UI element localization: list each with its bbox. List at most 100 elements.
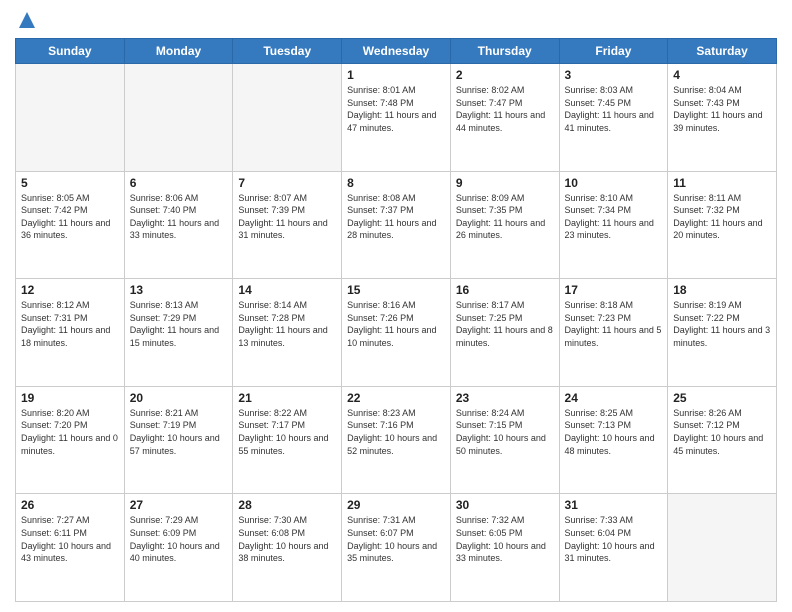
day-info: Sunrise: 8:25 AMSunset: 7:13 PMDaylight:… — [565, 407, 663, 457]
day-info: Sunrise: 8:10 AMSunset: 7:34 PMDaylight:… — [565, 192, 663, 242]
calendar-cell: 4 Sunrise: 8:04 AMSunset: 7:43 PMDaylight… — [668, 64, 777, 172]
day-number: 25 — [673, 391, 771, 405]
day-number: 16 — [456, 283, 554, 297]
day-number: 4 — [673, 68, 771, 82]
calendar-cell: 5Sunrise: 8:05 AMSunset: 7:42 PMDaylight… — [16, 171, 125, 279]
calendar-cell: 29 Sunrise: 7:31 AMSunset: 6:07 PMDayligh… — [342, 494, 451, 602]
day-info: Sunrise: 8:09 AMSunset: 7:35 PMDaylight:… — [456, 192, 554, 242]
calendar-cell: 10 Sunrise: 8:10 AMSunset: 7:34 PMDayligh… — [559, 171, 668, 279]
day-number: 31 — [565, 498, 663, 512]
calendar-cell: 28 Sunrise: 7:30 AMSunset: 6:08 PMDayligh… — [233, 494, 342, 602]
day-number: 30 — [456, 498, 554, 512]
calendar-cell — [16, 64, 125, 172]
day-number: 10 — [565, 176, 663, 190]
day-info: Sunrise: 8:22 AMSunset: 7:17 PMDaylight:… — [238, 407, 336, 457]
day-info: Sunrise: 8:23 AMSunset: 7:16 PMDaylight:… — [347, 407, 445, 457]
day-info: Sunrise: 7:29 AMSunset: 6:09 PMDaylight:… — [130, 514, 228, 564]
calendar-cell: 13 Sunrise: 8:13 AMSunset: 7:29 PMDayligh… — [124, 279, 233, 387]
calendar-cell: 8Sunrise: 8:08 AMSunset: 7:37 PMDaylight… — [342, 171, 451, 279]
day-number: 24 — [565, 391, 663, 405]
day-number: 27 — [130, 498, 228, 512]
calendar-cell: 11 Sunrise: 8:11 AMSunset: 7:32 PMDayligh… — [668, 171, 777, 279]
calendar-cell — [668, 494, 777, 602]
calendar-cell: 3 Sunrise: 8:03 AMSunset: 7:45 PMDaylight… — [559, 64, 668, 172]
day-info: Sunrise: 8:03 AMSunset: 7:45 PMDaylight:… — [565, 84, 663, 134]
day-info: Sunrise: 8:20 AMSunset: 7:20 PMDaylight:… — [21, 407, 119, 457]
day-number: 29 — [347, 498, 445, 512]
day-number: 26 — [21, 498, 119, 512]
day-info: Sunrise: 7:33 AMSunset: 6:04 PMDaylight:… — [565, 514, 663, 564]
day-info: Sunrise: 8:17 AMSunset: 7:25 PMDaylight:… — [456, 299, 554, 349]
day-number: 13 — [130, 283, 228, 297]
day-number: 22 — [347, 391, 445, 405]
calendar-cell: 17 Sunrise: 8:18 AMSunset: 7:23 PMDayligh… — [559, 279, 668, 387]
day-number: 23 — [456, 391, 554, 405]
calendar-cell — [233, 64, 342, 172]
calendar-cell: 22 Sunrise: 8:23 AMSunset: 7:16 PMDayligh… — [342, 386, 451, 494]
day-info: Sunrise: 8:26 AMSunset: 7:12 PMDaylight:… — [673, 407, 771, 457]
day-number: 17 — [565, 283, 663, 297]
calendar-cell: 25 Sunrise: 8:26 AMSunset: 7:12 PMDayligh… — [668, 386, 777, 494]
day-number: 11 — [673, 176, 771, 190]
day-info: Sunrise: 7:30 AMSunset: 6:08 PMDaylight:… — [238, 514, 336, 564]
weekday-header-wednesday: Wednesday — [342, 39, 451, 64]
calendar-cell: 18 Sunrise: 8:19 AMSunset: 7:22 PMDayligh… — [668, 279, 777, 387]
calendar-week-1: 1 Sunrise: 8:01 AMSunset: 7:48 PMDaylight… — [16, 64, 777, 172]
day-number: 19 — [21, 391, 119, 405]
day-info: Sunrise: 8:12 AMSunset: 7:31 PMDaylight:… — [21, 299, 119, 349]
weekday-header-saturday: Saturday — [668, 39, 777, 64]
day-number: 28 — [238, 498, 336, 512]
calendar-cell: 21 Sunrise: 8:22 AMSunset: 7:17 PMDayligh… — [233, 386, 342, 494]
day-info: Sunrise: 8:11 AMSunset: 7:32 PMDaylight:… — [673, 192, 771, 242]
weekday-header-thursday: Thursday — [450, 39, 559, 64]
calendar-week-5: 26 Sunrise: 7:27 AMSunset: 6:11 PMDayligh… — [16, 494, 777, 602]
day-info: Sunrise: 7:31 AMSunset: 6:07 PMDaylight:… — [347, 514, 445, 564]
calendar-cell: 23 Sunrise: 8:24 AMSunset: 7:15 PMDayligh… — [450, 386, 559, 494]
day-number: 9 — [456, 176, 554, 190]
logo — [15, 10, 37, 30]
calendar-table: SundayMondayTuesdayWednesdayThursdayFrid… — [15, 38, 777, 602]
day-number: 5 — [21, 176, 119, 190]
day-number: 21 — [238, 391, 336, 405]
day-number: 1 — [347, 68, 445, 82]
day-info: Sunrise: 8:18 AMSunset: 7:23 PMDaylight:… — [565, 299, 663, 349]
day-info: Sunrise: 8:06 AMSunset: 7:40 PMDaylight:… — [130, 192, 228, 242]
day-number: 3 — [565, 68, 663, 82]
day-number: 18 — [673, 283, 771, 297]
weekday-header-row: SundayMondayTuesdayWednesdayThursdayFrid… — [16, 39, 777, 64]
day-number: 15 — [347, 283, 445, 297]
day-info: Sunrise: 8:16 AMSunset: 7:26 PMDaylight:… — [347, 299, 445, 349]
day-info: Sunrise: 8:19 AMSunset: 7:22 PMDaylight:… — [673, 299, 771, 349]
day-info: Sunrise: 8:24 AMSunset: 7:15 PMDaylight:… — [456, 407, 554, 457]
day-info: Sunrise: 7:27 AMSunset: 6:11 PMDaylight:… — [21, 514, 119, 564]
logo-text — [15, 10, 37, 30]
calendar-cell: 26 Sunrise: 7:27 AMSunset: 6:11 PMDayligh… — [16, 494, 125, 602]
day-number: 8 — [347, 176, 445, 190]
calendar-cell: 15 Sunrise: 8:16 AMSunset: 7:26 PMDayligh… — [342, 279, 451, 387]
day-info: Sunrise: 8:13 AMSunset: 7:29 PMDaylight:… — [130, 299, 228, 349]
calendar-cell: 24 Sunrise: 8:25 AMSunset: 7:13 PMDayligh… — [559, 386, 668, 494]
weekday-header-monday: Monday — [124, 39, 233, 64]
day-number: 20 — [130, 391, 228, 405]
day-info: Sunrise: 8:04 AMSunset: 7:43 PMDaylight:… — [673, 84, 771, 134]
calendar-cell: 31 Sunrise: 7:33 AMSunset: 6:04 PMDayligh… — [559, 494, 668, 602]
calendar-week-4: 19 Sunrise: 8:20 AMSunset: 7:20 PMDayligh… — [16, 386, 777, 494]
calendar-cell: 14Sunrise: 8:14 AMSunset: 7:28 PMDayligh… — [233, 279, 342, 387]
calendar-cell: 20 Sunrise: 8:21 AMSunset: 7:19 PMDayligh… — [124, 386, 233, 494]
calendar-cell: 2Sunrise: 8:02 AMSunset: 7:47 PMDaylight… — [450, 64, 559, 172]
day-number: 6 — [130, 176, 228, 190]
day-number: 12 — [21, 283, 119, 297]
calendar-cell: 7Sunrise: 8:07 AMSunset: 7:39 PMDaylight… — [233, 171, 342, 279]
day-info: Sunrise: 8:21 AMSunset: 7:19 PMDaylight:… — [130, 407, 228, 457]
weekday-header-tuesday: Tuesday — [233, 39, 342, 64]
page: SundayMondayTuesdayWednesdayThursdayFrid… — [0, 0, 792, 612]
calendar-week-2: 5Sunrise: 8:05 AMSunset: 7:42 PMDaylight… — [16, 171, 777, 279]
calendar-cell: 1 Sunrise: 8:01 AMSunset: 7:48 PMDaylight… — [342, 64, 451, 172]
day-number: 7 — [238, 176, 336, 190]
day-info: Sunrise: 8:01 AMSunset: 7:48 PMDaylight:… — [347, 84, 445, 134]
day-info: Sunrise: 7:32 AMSunset: 6:05 PMDaylight:… — [456, 514, 554, 564]
day-info: Sunrise: 8:14 AMSunset: 7:28 PMDaylight:… — [238, 299, 336, 349]
logo-icon — [17, 10, 37, 30]
weekday-header-friday: Friday — [559, 39, 668, 64]
calendar-cell: 9 Sunrise: 8:09 AMSunset: 7:35 PMDaylight… — [450, 171, 559, 279]
